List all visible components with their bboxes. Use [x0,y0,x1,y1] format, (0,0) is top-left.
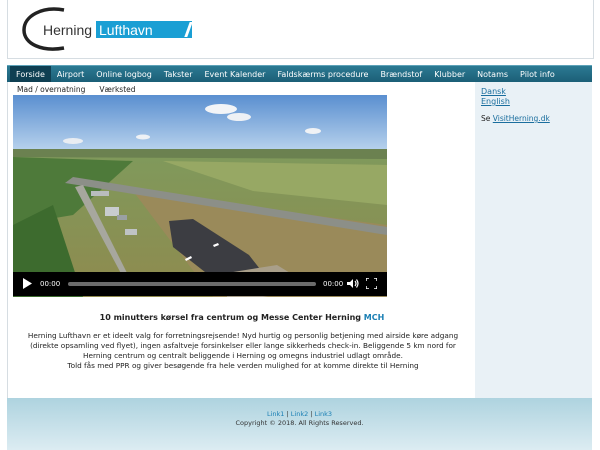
nav-item-forside[interactable]: Forside [10,66,51,83]
mch-link[interactable]: MCH [364,313,385,322]
video-progress-bar[interactable] [68,282,316,286]
logo-slash [184,22,193,37]
language-dansk-link[interactable]: Dansk [481,87,506,96]
footer-link-2[interactable]: Link2 [291,410,308,418]
language-english-link[interactable]: English [481,97,510,106]
intro-paragraph: Herning Lufthavn er et ideelt valg for f… [18,331,468,371]
footer-separator: | [286,410,289,418]
nav-item-takster[interactable]: Takster [158,66,199,83]
see-prefix: Se [481,114,491,123]
page-headline: 10 minutters kørsel fra centrum og Messe… [8,313,476,322]
play-icon[interactable] [23,278,32,289]
nav-item-pilot-info[interactable]: Pilot info [514,66,561,83]
sidebar: Dansk English Se VisitHerning.dk [475,82,592,398]
footer-separator: | [310,410,313,418]
nav-item-klubber[interactable]: Klubber [428,66,471,83]
nav-item-faldskaerms-procedure[interactable]: Faldskærms procedure [271,66,374,83]
nav-item-online-logbog[interactable]: Online logbog [90,66,158,83]
nav-item-airport[interactable]: Airport [51,66,90,83]
intro-line: Herning centrum og centralt beliggende i… [83,351,403,360]
intro-line: Told fås med PPR og giver besøgende fra … [67,361,419,370]
footer: Link1 | Link2 | Link3 Copyright © 2018. … [7,398,592,450]
intro-line: (direkte opsamling ved flyet), ingen asf… [30,341,456,350]
aerial-airport-image [13,95,387,297]
main-content: Mad / overnatning Værksted 00:00 00:00 1… [7,82,476,398]
video-player[interactable] [13,95,387,297]
footer-link-3[interactable]: Link3 [315,410,332,418]
nav-item-event-kalender[interactable]: Event Kalender [199,66,272,83]
visit-herning-link[interactable]: VisitHerning.dk [493,114,550,123]
current-time: 00:00 [40,280,61,288]
subnav: Mad / overnatning Værksted [17,85,136,94]
subnav-mad-overnatning[interactable]: Mad / overnatning [17,85,85,94]
fullscreen-icon[interactable] [366,278,377,289]
footer-links: Link1 | Link2 | Link3 [7,410,592,418]
subnav-vaerksted[interactable]: Værksted [99,85,135,94]
nav-item-notams[interactable]: Notams [471,66,514,83]
total-time: 00:00 [323,280,344,288]
copyright-text: Copyright © 2018. All Rights Reserved. [235,419,364,427]
nav-item-braendstof[interactable]: Brændstof [374,66,428,83]
video-controls: 00:00 00:00 [13,272,387,296]
intro-line: Herning Lufthavn er et ideelt valg for f… [27,331,459,340]
main-nav: Forside Airport Online logbog Takster Ev… [7,65,592,83]
headline-text: 10 minutters kørsel fra centrum og Messe… [99,313,361,322]
logo-bar: Lufthavn [96,21,193,38]
footer-link-1[interactable]: Link1 [267,410,284,418]
herning-lufthavn-logo[interactable]: Herning Lufthavn [20,4,200,54]
header: Herning Lufthavn [7,0,594,59]
logo-word-herning: Herning [43,22,93,38]
visit-herning-line: Se VisitHerning.dk [481,114,550,123]
logo-word-lufthavn: Lufthavn [99,22,153,38]
volume-icon[interactable] [347,278,359,289]
